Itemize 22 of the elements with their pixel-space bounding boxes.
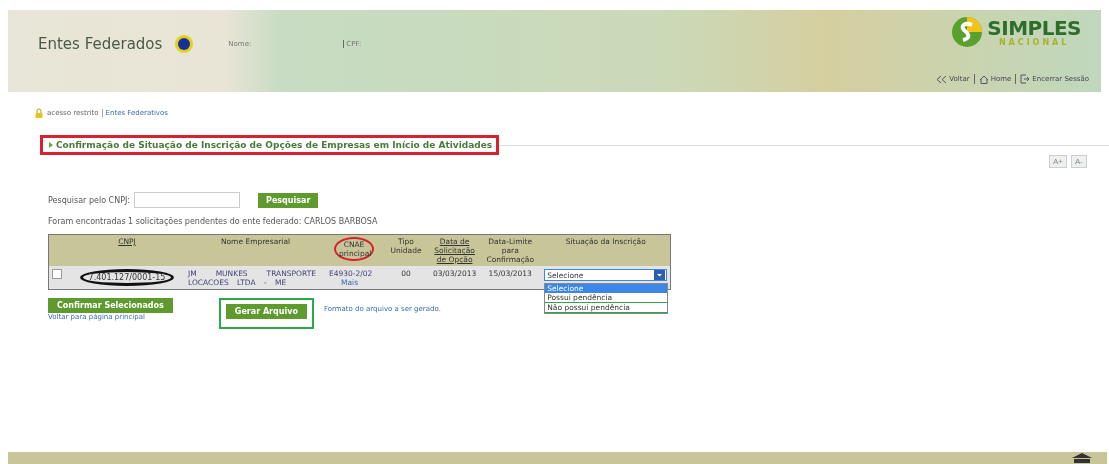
search-button[interactable]: Pesquisar (258, 192, 319, 208)
cnpj-text: 7.401.127/0001-15 (79, 269, 175, 286)
page-title: Confirmação de Situação de Inscrição de Opções de Empresas em Início de Atividades (40, 135, 500, 155)
home-icon (978, 74, 989, 84)
logo-icon (951, 16, 984, 48)
logo-wordmark: SIMPLES (987, 17, 1081, 38)
font-size-button[interactable]: A- (1071, 155, 1087, 168)
exit-icon (1020, 74, 1031, 84)
font-size-button[interactable]: A+ (1049, 155, 1067, 168)
confirm-button[interactable]: Confirmar Selecionados (48, 298, 173, 313)
cnpj-input[interactable] (134, 192, 240, 208)
generate-button[interactable]: Gerar Arquivo (225, 304, 307, 319)
arrow-bullet-icon (49, 142, 53, 148)
building-icon (1071, 453, 1093, 463)
header-title: Entes Federados (38, 35, 163, 53)
row-checkbox[interactable] (52, 269, 62, 279)
back-arrows-icon (936, 74, 948, 84)
flag-globe-icon (174, 34, 195, 54)
logo-subtitle: NACIONAL (998, 37, 1070, 47)
result-message: Foram encontradas 1 solicitações pendentes do ente federado: CARLOS BARBOSA (48, 217, 379, 226)
search-label: Pesquisar pelo CNPJ: (48, 195, 130, 205)
lock-icon (34, 108, 44, 118)
